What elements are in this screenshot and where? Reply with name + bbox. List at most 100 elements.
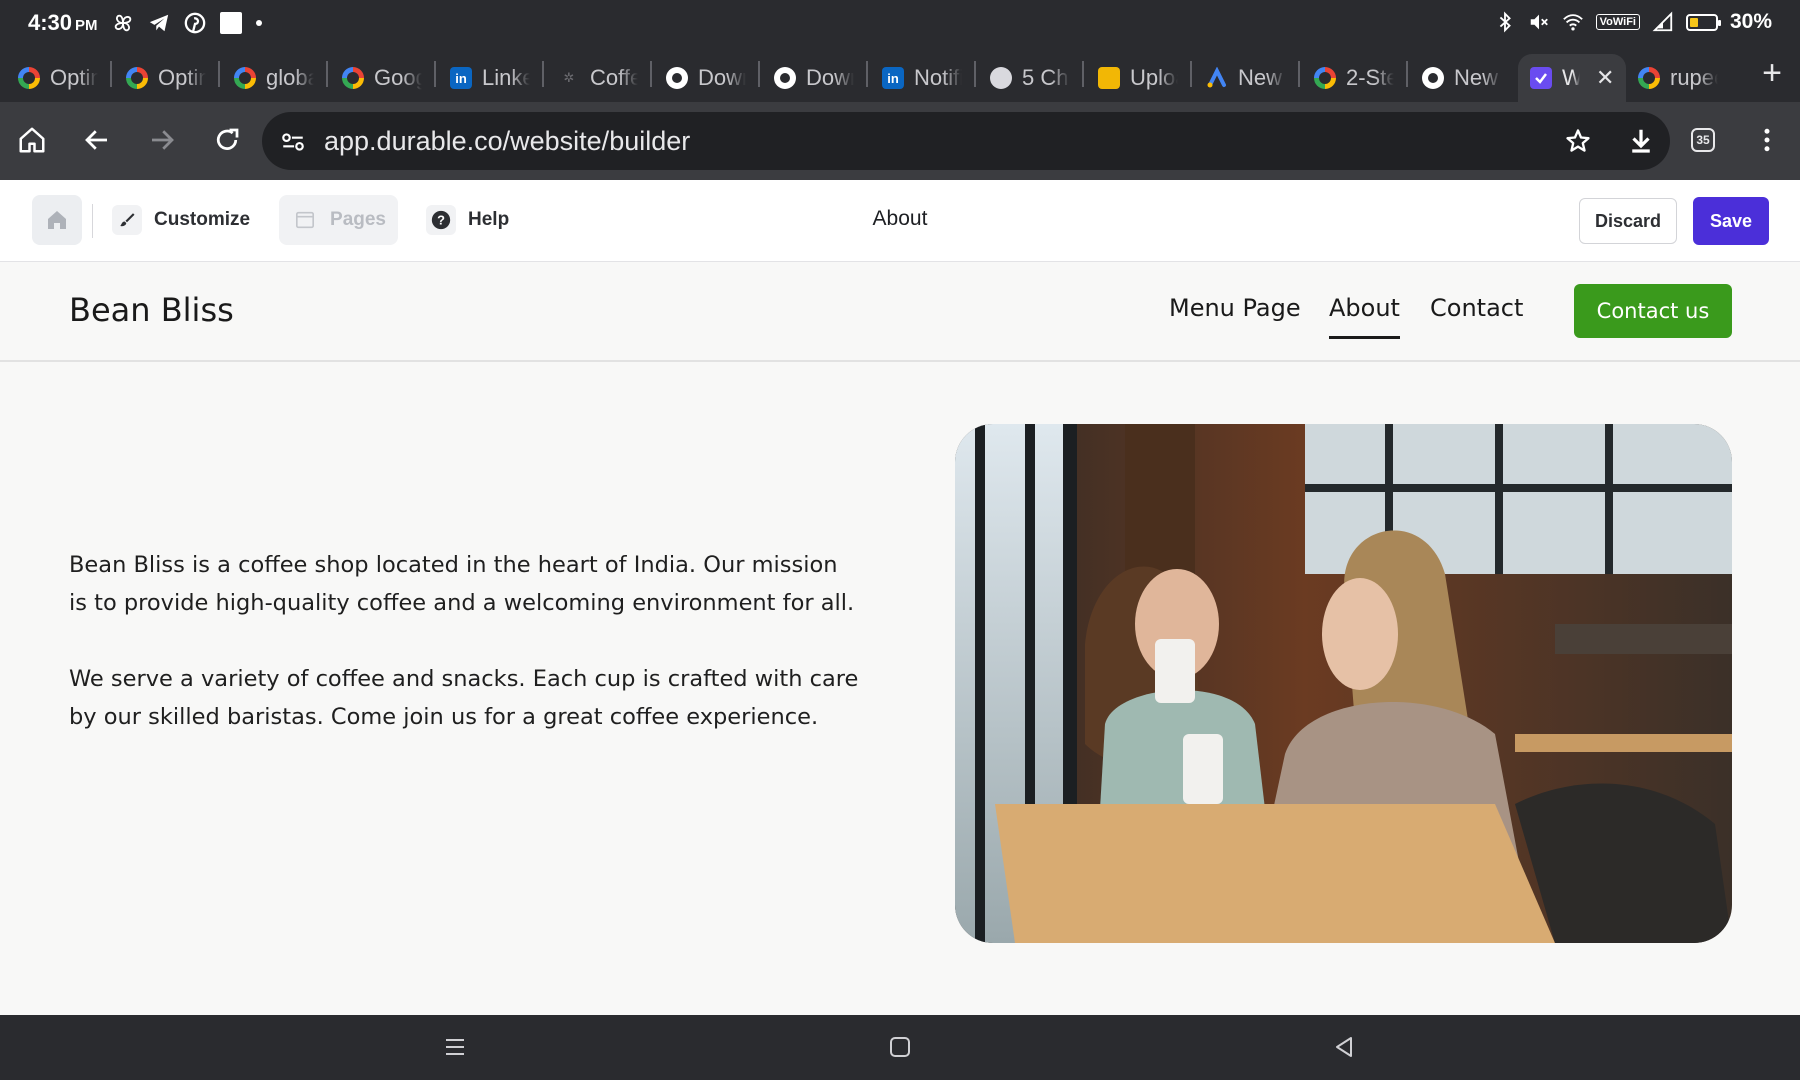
pages-label: Pages (330, 209, 386, 230)
back-nav-icon[interactable] (1326, 1029, 1362, 1065)
toolbar-divider (92, 204, 93, 238)
tab-title: rupee (1670, 65, 1718, 90)
download-icon[interactable] (1626, 126, 1656, 156)
save-button[interactable]: Save (1693, 197, 1769, 245)
tab-separator (1406, 61, 1408, 87)
browser-tab[interactable]: Optimize (114, 54, 218, 102)
browser-tab[interactable]: ✲ Coffee (546, 54, 650, 102)
google-icon (342, 67, 364, 89)
browser-tab[interactable]: in LinkedIn (438, 54, 542, 102)
cafe-photo[interactable] (955, 424, 1732, 943)
tab-separator (326, 61, 328, 87)
more-menu-icon[interactable] (1747, 120, 1787, 160)
nav-contact[interactable]: Contact (1430, 294, 1523, 322)
chrome-icon (1422, 67, 1444, 89)
tab-separator (758, 61, 760, 87)
browser-tab[interactable]: global (222, 54, 326, 102)
tab-switcher-button[interactable]: 35 (1683, 120, 1723, 160)
browser-tab[interactable]: Google (330, 54, 434, 102)
about-paragraph-2: We serve a variety of coffee and snacks.… (69, 666, 859, 730)
globe-icon (990, 67, 1012, 89)
browser-tab[interactable]: 5 Ch (978, 54, 1082, 102)
home-nav-icon[interactable] (882, 1029, 918, 1065)
upload-icon (1098, 67, 1120, 89)
tab-separator (1082, 61, 1084, 87)
nav-menu-page[interactable]: Menu Page (1169, 294, 1301, 322)
help-button[interactable]: ? Help (414, 195, 521, 245)
vowifi-badge: VoWiFi (1595, 14, 1640, 30)
bookmark-star-icon[interactable] (1564, 127, 1592, 155)
help-icon: ? (426, 205, 456, 235)
tab-separator (110, 61, 112, 87)
about-paragraph-1: Bean Bliss is a coffee shop located in t… (69, 552, 855, 616)
tab-separator (434, 61, 436, 87)
customize-label: Customize (154, 209, 251, 230)
battery-level (1689, 17, 1698, 27)
about-section: Bean Bliss is a coffee shop located in t… (0, 362, 1800, 1015)
nav-about[interactable]: About (1329, 294, 1400, 339)
browser-tab[interactable]: New (1194, 54, 1298, 102)
more-notifications-dot (256, 20, 262, 26)
tab-title: LinkedIn (482, 65, 530, 90)
tab-separator (542, 61, 544, 87)
google-icon (1314, 67, 1336, 89)
about-text[interactable]: Bean Bliss is a coffee shop located in t… (69, 546, 859, 736)
browser-tab[interactable]: Download (654, 54, 758, 102)
address-bar[interactable]: app.durable.co/website/builder (262, 112, 1670, 170)
linkedin-icon: in (882, 67, 904, 89)
status-bar: 4:30 PM VoWiFi 30% (0, 0, 1800, 48)
browser-tab[interactable]: Download (762, 54, 866, 102)
site-brand[interactable]: Bean Bliss (69, 291, 234, 329)
coffee-icon: ✲ (563, 70, 575, 85)
browser-tab[interactable]: rupee (1626, 54, 1730, 102)
browser-tab[interactable]: Upload (1086, 54, 1190, 102)
pinterest-icon (184, 12, 206, 34)
tab-separator (866, 61, 868, 87)
reload-icon[interactable] (207, 120, 247, 160)
builder-home-button[interactable] (32, 195, 82, 245)
home-icon[interactable] (12, 120, 52, 160)
browser-tab[interactable]: 2-Step (1302, 54, 1406, 102)
google-icon (234, 67, 256, 89)
signal-icon (1652, 11, 1673, 32)
chrome-icon (774, 67, 796, 89)
browser-tab[interactable]: in Notifications (870, 54, 974, 102)
recent-apps-icon[interactable] (437, 1029, 473, 1065)
browser-toolbar: app.durable.co/website/builder 35 (0, 102, 1800, 180)
app-notification-icon (220, 12, 242, 34)
tab-title: Notifications (914, 65, 962, 90)
google-ads-icon (1206, 67, 1228, 89)
durable-icon (1530, 67, 1552, 89)
brush-icon (112, 205, 142, 235)
system-status: VoWiFi 30% (1494, 10, 1772, 34)
browser-tab[interactable]: New (1410, 54, 1514, 102)
tab-title: 2-Step (1346, 65, 1394, 90)
tab-title: Upload (1130, 65, 1178, 90)
discard-button[interactable]: Discard (1579, 198, 1677, 244)
tab-separator (1298, 61, 1300, 87)
chrome-icon (666, 67, 688, 89)
contact-us-button[interactable]: Contact us (1574, 284, 1732, 338)
pages-icon (291, 211, 318, 229)
tab-separator (1190, 61, 1192, 87)
close-tab-icon[interactable]: ✕ (1596, 65, 1614, 91)
linkedin-icon: in (450, 67, 472, 89)
telegram-icon (149, 14, 169, 32)
browser-tab[interactable]: Optimize (6, 54, 110, 102)
tab-title: Google (374, 65, 422, 90)
tab-title: global (266, 65, 314, 90)
battery-icon (1685, 13, 1721, 31)
back-arrow-icon[interactable] (77, 120, 117, 160)
tab-title: W (1562, 65, 1580, 90)
tab-title: Coffee (590, 65, 638, 90)
tab-title: New (1238, 65, 1283, 90)
url-text[interactable]: app.durable.co/website/builder (324, 126, 690, 157)
browser-tab[interactable]: W ✕ (1518, 54, 1626, 102)
wifi-icon (1562, 14, 1583, 31)
new-tab-button[interactable]: + (1762, 56, 1782, 90)
forward-arrow-icon[interactable] (142, 120, 182, 160)
site-settings-icon[interactable] (280, 129, 306, 155)
pages-button[interactable]: Pages (279, 195, 398, 245)
customize-button[interactable]: Customize (100, 195, 262, 245)
tab-separator (974, 61, 976, 87)
